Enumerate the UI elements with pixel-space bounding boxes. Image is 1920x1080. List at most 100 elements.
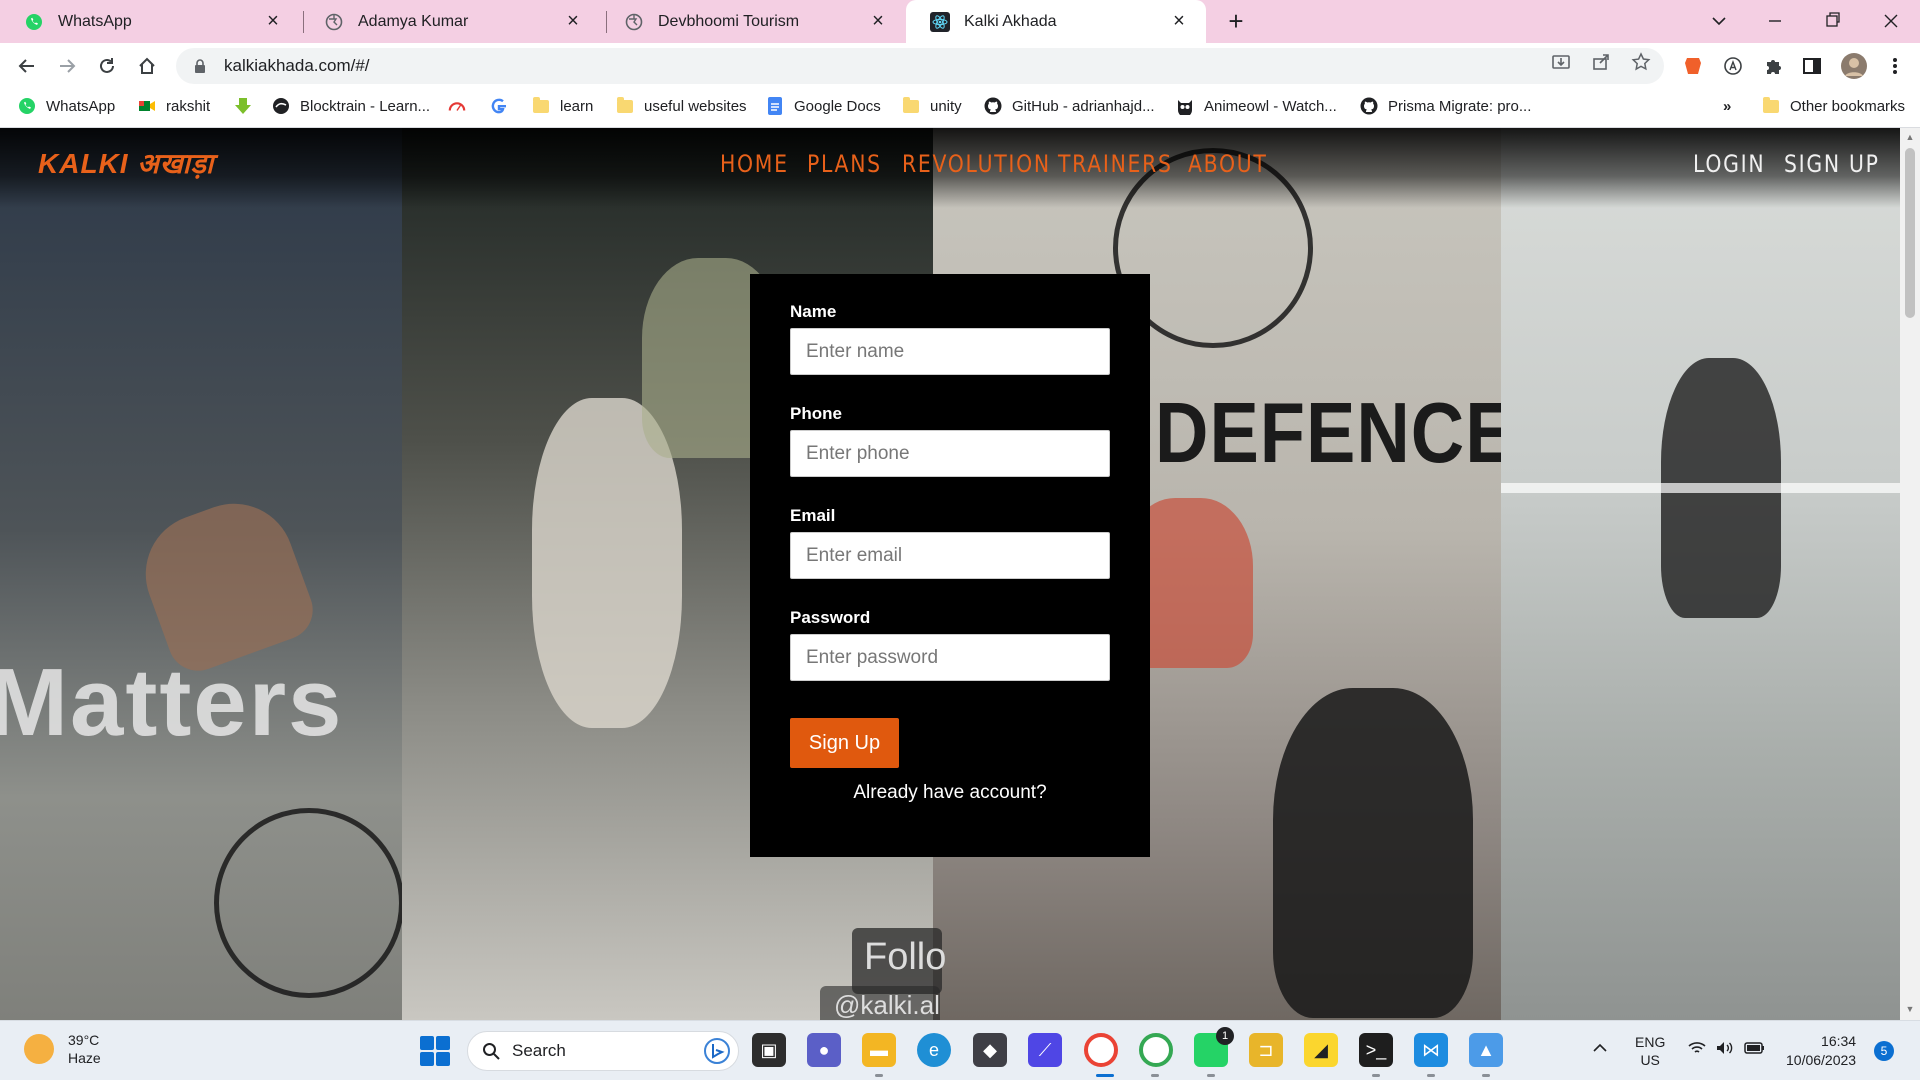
bookmark-label: Other bookmarks bbox=[1790, 97, 1906, 115]
bookmark-whatsapp[interactable]: WhatsApp bbox=[18, 88, 115, 124]
nav-revolution[interactable]: REVOLUTION bbox=[902, 150, 1051, 178]
name-input[interactable] bbox=[790, 328, 1110, 375]
already-have-account-link[interactable]: Already have account? bbox=[750, 782, 1150, 804]
nav-about[interactable]: ABOUT bbox=[1188, 150, 1268, 178]
close-window-button[interactable] bbox=[1876, 6, 1906, 36]
address-bar[interactable]: kalkiakhada.com/#/ bbox=[176, 48, 1664, 84]
sticky-notes-icon[interactable]: ◢ bbox=[1304, 1033, 1338, 1067]
vscode-icon[interactable]: ⋈ bbox=[1414, 1033, 1448, 1067]
bookmark-useful-websites[interactable]: useful websites bbox=[616, 88, 747, 124]
bookmark-label: Animeowl - Watch... bbox=[1204, 97, 1337, 115]
clock-time: 16:34 bbox=[1821, 1033, 1857, 1049]
notification-badge[interactable]: 5 bbox=[1874, 1041, 1894, 1061]
back-button[interactable] bbox=[12, 51, 42, 81]
scroll-up-arrow-icon[interactable]: ▲ bbox=[1905, 132, 1915, 142]
file-explorer-icon[interactable]: ▬ bbox=[862, 1033, 896, 1067]
running-indicator bbox=[1207, 1074, 1215, 1077]
phone-input[interactable] bbox=[790, 430, 1110, 477]
clock-date: 10/06/2023 bbox=[1786, 1052, 1857, 1068]
bookmarks-overflow-button[interactable]: » bbox=[1723, 88, 1731, 124]
taskbar-search-box[interactable]: Search bbox=[467, 1031, 739, 1071]
tab-adamya-kumar[interactable]: Adamya Kumar × bbox=[300, 0, 600, 43]
password-input[interactable] bbox=[790, 634, 1110, 681]
tab-title: Devbhoomi Tourism bbox=[658, 12, 800, 30]
bookmark-star-icon[interactable] bbox=[1631, 52, 1651, 72]
tab-devbhoomi-tourism[interactable]: Devbhoomi Tourism × bbox=[600, 0, 905, 43]
photos-app-icon[interactable]: ▲ bbox=[1469, 1033, 1503, 1067]
chrome-browser-icon[interactable] bbox=[1084, 1033, 1118, 1067]
background-photo-aerial-training: Matters bbox=[0, 128, 402, 1020]
edge-browser-icon[interactable]: e bbox=[917, 1033, 951, 1067]
running-indicator bbox=[1151, 1074, 1159, 1077]
language-code: ENG bbox=[1635, 1034, 1666, 1050]
extensions-puzzle-icon[interactable] bbox=[1762, 55, 1784, 77]
chrome-profile-icon[interactable] bbox=[1139, 1033, 1173, 1067]
bookmark-github-adrianhajd[interactable]: GitHub - adrianhajd... bbox=[984, 88, 1155, 124]
share-icon[interactable] bbox=[1591, 52, 1611, 72]
battery-charging-icon[interactable] bbox=[1744, 1041, 1766, 1059]
unity-hub-icon[interactable]: ◆ bbox=[973, 1033, 1007, 1067]
bookmark-learn[interactable]: learn bbox=[532, 88, 593, 124]
bookmark-google-docs[interactable]: Google Docs bbox=[766, 88, 881, 124]
bookmark-blocktrain[interactable]: Blocktrain - Learn... bbox=[272, 88, 430, 124]
windows-start-button[interactable] bbox=[420, 1036, 450, 1066]
bookmark-rakshit[interactable]: rakshit bbox=[138, 88, 210, 124]
nav-login[interactable]: LOGIN bbox=[1693, 150, 1765, 178]
profile-avatar[interactable] bbox=[1840, 52, 1868, 80]
bookmark-download-arrow[interactable] bbox=[234, 88, 262, 124]
linear-app-icon[interactable]: ⟋ bbox=[1028, 1033, 1062, 1067]
snipping-tool-icon[interactable]: ⊐ bbox=[1249, 1033, 1283, 1067]
tab-kalki-akhada[interactable]: Kalki Akhada × bbox=[906, 0, 1206, 43]
scrollbar-thumb[interactable] bbox=[1905, 148, 1915, 318]
whatsapp-taskbar-icon[interactable]: 1 bbox=[1194, 1027, 1234, 1067]
bookmark-unity[interactable]: unity bbox=[902, 88, 962, 124]
nav-trainers[interactable]: TRAINERS bbox=[1058, 150, 1173, 178]
volume-icon[interactable] bbox=[1716, 1041, 1734, 1059]
weather-widget[interactable]: 39°C Haze bbox=[24, 1031, 101, 1067]
translate-extension-icon[interactable] bbox=[1722, 55, 1744, 77]
bookmark-label: rakshit bbox=[166, 97, 211, 115]
chrome-menu-icon[interactable] bbox=[1884, 55, 1906, 77]
scroll-down-arrow-icon[interactable]: ▼ bbox=[1905, 1004, 1915, 1014]
email-input[interactable] bbox=[790, 532, 1110, 579]
bookmark-google[interactable] bbox=[490, 88, 518, 124]
brave-lion-extension-icon[interactable] bbox=[1682, 55, 1704, 77]
globe-icon bbox=[624, 12, 644, 32]
close-icon[interactable]: × bbox=[262, 10, 284, 32]
home-button[interactable] bbox=[132, 51, 162, 81]
nav-plans[interactable]: PLANS bbox=[807, 150, 882, 178]
close-icon[interactable]: × bbox=[562, 10, 584, 32]
sign-up-button[interactable]: Sign Up bbox=[790, 718, 899, 768]
new-tab-button[interactable]: + bbox=[1222, 8, 1250, 36]
wifi-icon[interactable] bbox=[1688, 1041, 1706, 1059]
bookmark-speedometer[interactable] bbox=[448, 88, 476, 124]
lock-icon[interactable] bbox=[192, 58, 208, 74]
other-bookmarks[interactable]: Other bookmarks bbox=[1762, 88, 1905, 124]
phone-label: Phone bbox=[790, 404, 842, 423]
bookmark-prisma-migrate[interactable]: Prisma Migrate: pro... bbox=[1360, 88, 1531, 124]
nav-home[interactable]: HOME bbox=[720, 150, 789, 178]
tab-whatsapp[interactable]: WhatsApp × bbox=[0, 0, 300, 43]
teams-chat-icon[interactable]: ● bbox=[807, 1033, 841, 1067]
site-logo[interactable]: KALKI अखाड़ा bbox=[38, 144, 214, 179]
system-clock[interactable]: 16:34 10/06/2023 bbox=[1786, 1032, 1856, 1070]
background-text-handle: @kalki.al bbox=[820, 986, 940, 1020]
restore-button[interactable] bbox=[1818, 6, 1848, 36]
language-indicator[interactable]: ENG US bbox=[1635, 1033, 1665, 1069]
bookmark-animeowl[interactable]: Animeowl - Watch... bbox=[1176, 88, 1337, 124]
forward-button[interactable] bbox=[52, 51, 82, 81]
close-icon[interactable]: × bbox=[1168, 10, 1190, 32]
reload-button[interactable] bbox=[92, 51, 122, 81]
tab-search-chevron-icon[interactable] bbox=[1704, 6, 1734, 36]
minimize-button[interactable] bbox=[1760, 6, 1790, 36]
nav-sign-up[interactable]: SIGN UP bbox=[1784, 150, 1880, 178]
show-hidden-icons-chevron-icon[interactable] bbox=[1592, 1039, 1608, 1057]
task-view-icon[interactable]: ▣ bbox=[752, 1033, 786, 1067]
install-app-icon[interactable] bbox=[1551, 52, 1571, 72]
search-label: Search bbox=[512, 1041, 566, 1060]
terminal-icon[interactable]: >_ bbox=[1359, 1033, 1393, 1067]
side-panel-icon[interactable] bbox=[1801, 55, 1823, 77]
page-scrollbar[interactable]: ▲ ▼ bbox=[1900, 128, 1920, 1020]
webpage-viewport: Matters DEFENCE Follo @kalki.al KALKI अख… bbox=[0, 128, 1900, 1020]
close-icon[interactable]: × bbox=[867, 10, 889, 32]
